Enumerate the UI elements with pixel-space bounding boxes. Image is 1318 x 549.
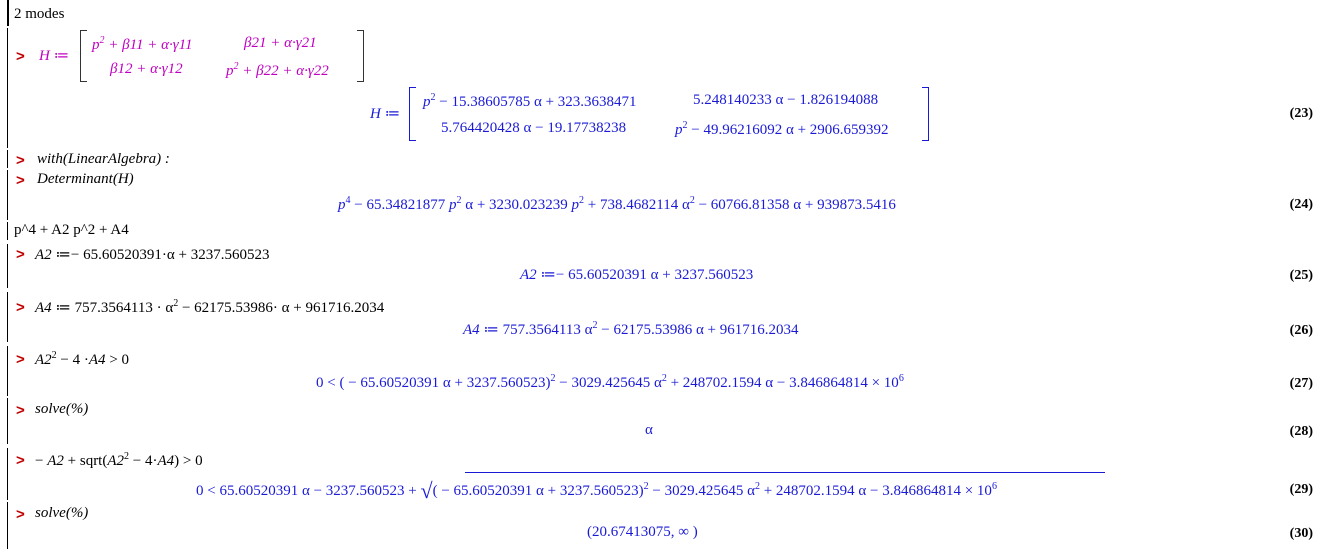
matrix-bracket-right xyxy=(922,87,929,141)
input-determinant[interactable]: Determinant(H) xyxy=(37,171,134,188)
group-bracket xyxy=(7,398,8,444)
equation-label-24: (24) xyxy=(1289,197,1313,212)
prompt: > xyxy=(16,48,25,65)
input-A2[interactable]: A2 ≔− 65.60520391·α + 3237.560523 xyxy=(35,245,269,264)
output-27-expression: 0 < ( − 65.60520391 α + 3237.560523)2 − … xyxy=(316,373,904,391)
output-25-expression: A2 ≔− 65.60520391 α + 3237.560523 xyxy=(520,267,754,283)
group-bracket xyxy=(7,244,8,288)
group-bracket xyxy=(7,222,8,240)
equation-label-30: (30) xyxy=(1289,526,1313,541)
equation-label-27: (27) xyxy=(1289,376,1313,391)
group-bracket xyxy=(7,170,8,220)
output-23-matrix: p2 − 15.38605785 α + 323.3638471 5.24814… xyxy=(409,87,929,141)
output-29-expression: 0 < 65.60520391 α − 3237.560523 + √( − 6… xyxy=(196,478,997,503)
group-bracket xyxy=(7,292,8,342)
output-23-m12: 5.248140233 α − 1.826194088 xyxy=(693,92,879,108)
input-solve-2[interactable]: solve(%) xyxy=(35,505,88,522)
prompt: > xyxy=(16,506,25,523)
equation-label-28: (28) xyxy=(1289,424,1313,439)
input-H-lhs[interactable]: H ≔ xyxy=(39,46,69,65)
text-line: p^4 + A2 p^2 + A4 xyxy=(14,222,129,238)
text-region[interactable]: p^4 + A2 p^2 + A4 xyxy=(14,222,129,239)
prompt: > xyxy=(16,351,25,368)
text-region[interactable]: 2 modes xyxy=(14,6,64,23)
output-23-lhs: H ≔ xyxy=(370,106,401,122)
equation-label-23: (23) xyxy=(1289,106,1313,121)
input-inequality[interactable]: A22 − 4 ·A4 > 0 xyxy=(35,350,129,369)
output-23-m11: p2 − 15.38605785 α + 323.3638471 xyxy=(423,92,637,110)
matrix-bracket-left xyxy=(409,87,416,141)
text-cursor xyxy=(7,0,9,26)
matrix-bracket-left xyxy=(80,30,87,82)
matrix-bracket-right xyxy=(357,30,364,82)
equation-label-26: (26) xyxy=(1289,323,1313,338)
prompt: > xyxy=(16,152,25,169)
equation-label-29: (29) xyxy=(1289,482,1313,497)
equation-label-25: (25) xyxy=(1289,268,1313,283)
prompt: > xyxy=(16,402,25,419)
text-line: 2 modes xyxy=(14,6,65,22)
group-bracket xyxy=(7,448,8,500)
group-bracket xyxy=(7,28,8,148)
prompt: > xyxy=(16,299,25,316)
input-H-m21: β12 + α·γ12 xyxy=(110,61,183,77)
input-sqrt-inequality[interactable]: − A2 + sqrt(A22 − 4·A4) > 0 xyxy=(35,451,203,470)
output-24-expression: p4 − 65.34821877 p2 α + 3230.023239 p2 +… xyxy=(338,195,896,213)
output-23-m21: 5.764420428 α − 19.17738238 xyxy=(441,120,627,136)
prompt: > xyxy=(16,246,25,263)
output-28-expression: α xyxy=(645,422,653,438)
input-H-m12: β21 + α·γ21 xyxy=(244,35,317,51)
output-23-m22: p2 − 49.96216092 α + 2906.659392 xyxy=(675,120,889,138)
input-with[interactable]: with(LinearAlgebra) : xyxy=(37,151,170,168)
group-bracket xyxy=(7,346,8,396)
prompt: > xyxy=(16,172,25,189)
input-H-m22: p2 + β22 + α·γ22 xyxy=(226,61,329,79)
output-26-expression: A4 ≔ 757.3564113 α2 − 62175.53986 α + 96… xyxy=(463,320,799,338)
input-solve-1[interactable]: solve(%) xyxy=(35,401,88,418)
sqrt-overline xyxy=(465,472,1105,473)
group-bracket xyxy=(7,502,8,549)
output-30-expression: (20.67413075, ∞ ) xyxy=(587,524,698,540)
input-A4[interactable]: A4 ≔ 757.3564113 · α2 − 62175.53986· α +… xyxy=(35,298,384,317)
input-H-matrix[interactable]: p2 + β11 + α·γ11 β21 + α·γ21 β12 + α·γ12… xyxy=(80,30,364,82)
group-bracket xyxy=(7,150,8,168)
prompt: > xyxy=(16,452,25,469)
input-H-m11: p2 + β11 + α·γ11 xyxy=(92,35,193,53)
